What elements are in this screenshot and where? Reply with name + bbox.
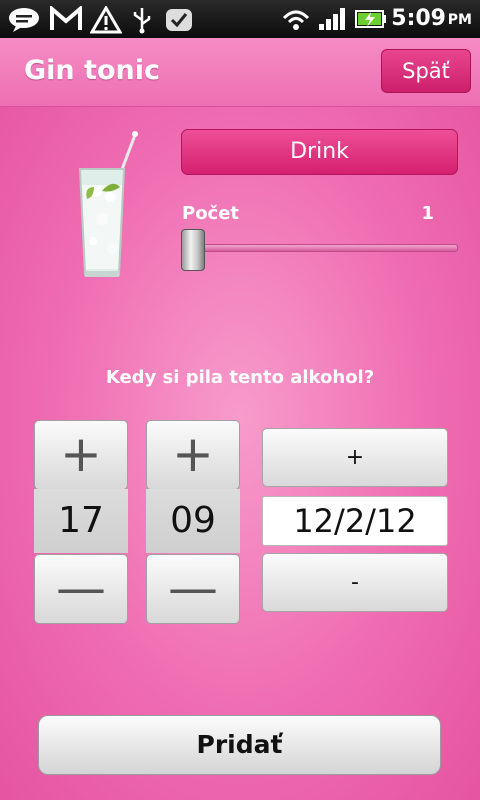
message-icon xyxy=(9,8,39,32)
page-title: Gin tonic xyxy=(24,55,160,86)
minute-value[interactable]: 09 xyxy=(146,489,240,553)
usb-icon xyxy=(133,8,151,34)
date-increment-button[interactable]: + xyxy=(262,428,448,487)
battery-icon xyxy=(355,10,386,28)
count-slider[interactable] xyxy=(183,244,458,252)
count-value: 1 xyxy=(421,203,434,224)
date-decrement-button[interactable]: - xyxy=(262,553,448,612)
warning-icon xyxy=(90,6,122,34)
add-button[interactable]: Pridať xyxy=(38,715,441,775)
count-label: Počet xyxy=(182,203,240,224)
gin-tonic-glass-image xyxy=(78,131,138,277)
signal-icon xyxy=(319,8,345,30)
hour-value[interactable]: 17 xyxy=(34,489,128,553)
task-check-icon xyxy=(166,9,192,31)
drink-button[interactable]: Drink xyxy=(181,129,458,175)
time-question: Kedy si pila tento alkohol? xyxy=(105,367,375,388)
status-ampm: PM xyxy=(447,12,472,28)
wifi-icon xyxy=(282,10,310,30)
title-bar: Gin tonic Späť xyxy=(0,38,480,107)
hour-spinner: + 17 — xyxy=(34,420,128,624)
status-bar: 5:09 PM xyxy=(0,0,480,38)
gmail-icon xyxy=(50,6,82,30)
date-field[interactable]: 12/2/12 xyxy=(262,496,448,546)
hour-increment-button[interactable]: + xyxy=(34,420,128,490)
minute-increment-button[interactable]: + xyxy=(146,420,240,490)
back-button[interactable]: Späť xyxy=(381,49,471,93)
hour-decrement-button[interactable]: — xyxy=(34,554,128,624)
main-content: Drink Počet 1 Kedy si pila tento alkohol… xyxy=(0,107,480,800)
count-slider-thumb[interactable] xyxy=(181,229,205,271)
status-time: 5:09 xyxy=(391,6,446,31)
minute-decrement-button[interactable]: — xyxy=(146,554,240,624)
minute-spinner: + 09 — xyxy=(146,420,240,624)
